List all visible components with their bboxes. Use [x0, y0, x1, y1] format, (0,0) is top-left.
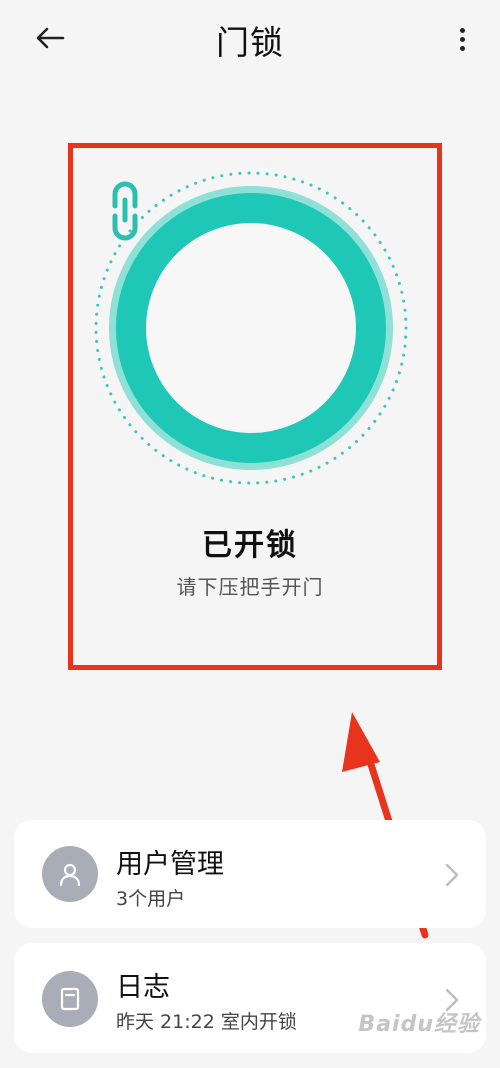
user-icon: [59, 863, 81, 887]
page-title: 门锁: [216, 23, 284, 62]
unlocked-link-icon: [112, 181, 138, 241]
more-dot-icon: [459, 36, 465, 42]
watermark: Baidu经验: [358, 1012, 480, 1037]
door-lock-page: 门锁 已开锁 请下压把手开门 用户管理 3个用户 日志 昨天 21:22 室内开…: [0, 0, 500, 1068]
more-dot-icon: [459, 27, 465, 33]
chevron-right-icon: [445, 863, 459, 887]
lock-status-label: 已开锁: [202, 528, 298, 563]
log-title: 日志: [116, 972, 170, 1003]
user-count-label: 3个用户: [116, 888, 186, 910]
latest-log-entry: 昨天 21:22 室内开锁: [116, 1011, 297, 1033]
log-icon: [60, 987, 80, 1011]
user-avatar: [42, 846, 98, 902]
user-management-card[interactable]: 用户管理 3个用户: [14, 820, 486, 928]
more-dot-icon: [459, 45, 465, 51]
more-options-button[interactable]: [450, 22, 474, 56]
lock-status-ring[interactable]: [93, 170, 409, 486]
lock-status-hint: 请下压把手开门: [176, 575, 324, 599]
header: 门锁: [0, 0, 500, 80]
user-management-title: 用户管理: [116, 849, 224, 880]
log-avatar: [42, 971, 98, 1027]
